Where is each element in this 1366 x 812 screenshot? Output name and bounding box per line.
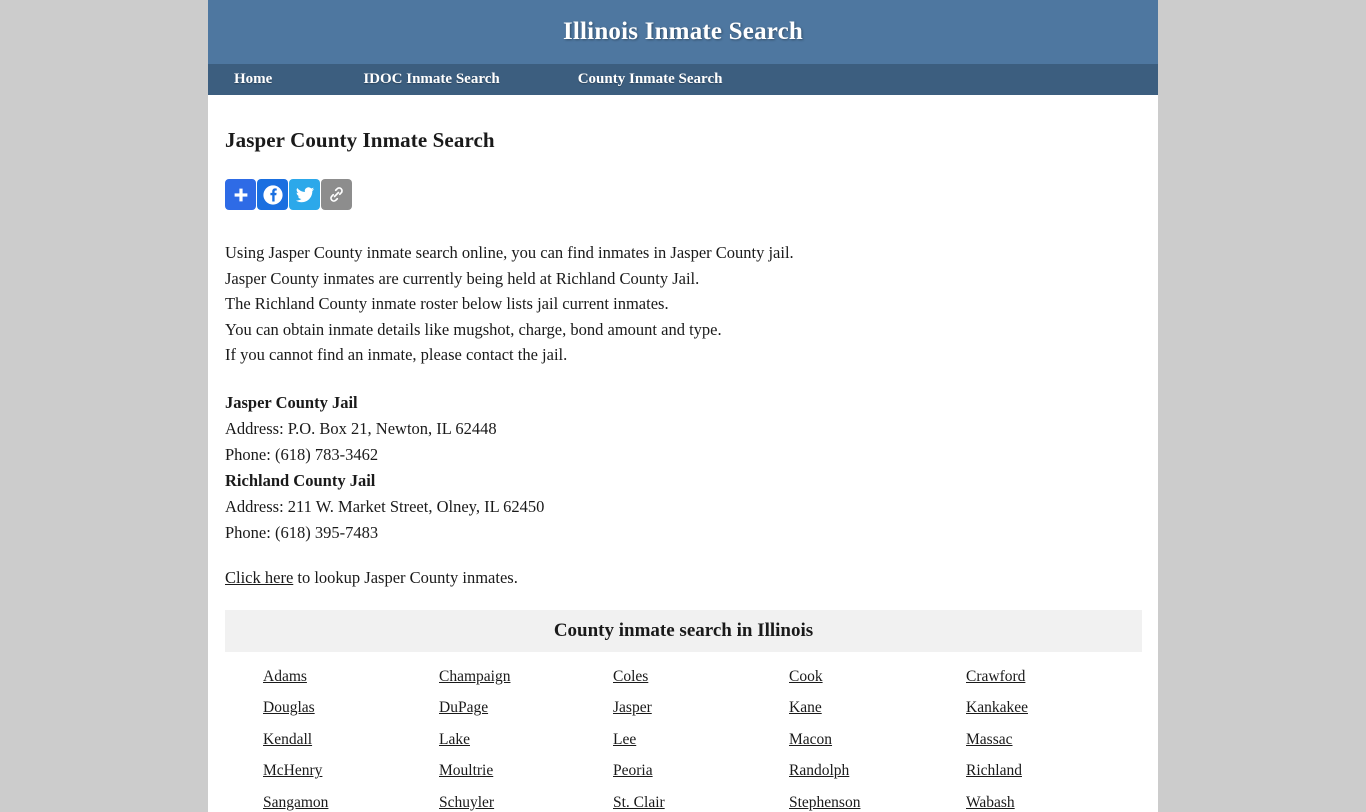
jail-info-block: Jasper County Jail Address: P.O. Box 21,… (225, 390, 1141, 546)
county-link[interactable]: Adams (263, 668, 307, 686)
intro-line-4: You can obtain inmate details like mugsh… (225, 319, 722, 339)
county-link[interactable]: Coles (613, 668, 648, 686)
intro-line-5: If you cannot find an inmate, please con… (225, 345, 568, 365)
jail-name-jasper: Jasper County Jail (225, 392, 358, 412)
county-link[interactable]: Schuyler (439, 794, 494, 812)
main-content: Jasper County Inmate Search Using Jasper… (208, 95, 1158, 812)
county-link[interactable]: Macon (789, 731, 832, 749)
addthis-share-button[interactable] (225, 179, 256, 210)
twitter-icon (295, 185, 315, 205)
lookup-rest-text: to lookup Jasper County inmates. (293, 567, 518, 587)
county-link[interactable]: Jasper (613, 699, 652, 717)
twitter-share-button[interactable] (289, 179, 320, 210)
jail-name-richland: Richland County Jail (225, 470, 376, 490)
county-link[interactable]: Lake (439, 731, 470, 749)
share-button-group (225, 179, 1141, 210)
county-link[interactable]: Crawford (966, 668, 1025, 686)
county-link[interactable]: DuPage (439, 699, 488, 717)
county-link[interactable]: Richland (966, 762, 1022, 780)
county-link[interactable]: Lee (613, 731, 636, 749)
main-navigation: Home IDOC Inmate Search County Inmate Se… (208, 64, 1158, 95)
jail-address-jasper: Address: P.O. Box 21, Newton, IL 62448 (225, 418, 497, 438)
county-link[interactable]: Cook (789, 668, 823, 686)
intro-line-2: Jasper County inmates are currently bein… (225, 268, 700, 288)
plus-icon (232, 186, 250, 204)
lookup-line: Click here to lookup Jasper County inmat… (225, 568, 1141, 588)
county-inmate-search-table: County inmate search in Illinois Adams C… (225, 609, 1142, 812)
county-link[interactable]: Wabash (966, 794, 1015, 812)
county-link[interactable]: Peoria (613, 762, 653, 780)
county-link[interactable]: Kankakee (966, 699, 1028, 717)
nav-item-county-inmate-search[interactable]: County Inmate Search (578, 71, 723, 88)
click-here-link[interactable]: Click here (225, 568, 293, 587)
county-link[interactable]: Randolph (789, 762, 849, 780)
site-header: Illinois Inmate Search (208, 0, 1158, 64)
county-link[interactable]: Kane (789, 699, 822, 717)
page-title: Jasper County Inmate Search (225, 128, 495, 152)
jail-phone-richland: Phone: (618) 395-7483 (225, 522, 379, 542)
county-link[interactable]: Massac (966, 731, 1013, 749)
jail-address-richland: Address: 211 W. Market Street, Olney, IL… (225, 496, 545, 516)
intro-paragraphs: Using Jasper County inmate search online… (225, 240, 1141, 368)
nav-item-idoc-inmate-search[interactable]: IDOC Inmate Search (363, 71, 499, 88)
site-title: Illinois Inmate Search (562, 18, 804, 45)
county-link[interactable]: McHenry (263, 762, 322, 780)
county-links-grid: Adams Champaign Coles Cook Crawford Doug… (225, 653, 1142, 812)
county-link[interactable]: Moultrie (439, 762, 493, 780)
intro-line-3: The Richland County inmate roster below … (225, 294, 669, 314)
county-link[interactable]: Champaign (439, 668, 510, 686)
facebook-share-button[interactable] (257, 179, 288, 210)
county-link[interactable]: Douglas (263, 699, 315, 717)
county-link[interactable]: Sangamon (263, 794, 328, 812)
jail-phone-jasper: Phone: (618) 783-3462 (225, 444, 379, 464)
page-container: Illinois Inmate Search Home IDOC Inmate … (208, 0, 1158, 812)
county-table-header: County inmate search in Illinois (225, 609, 1142, 653)
intro-line-1: Using Jasper County inmate search online… (225, 243, 794, 262)
link-icon (327, 185, 346, 204)
facebook-icon (262, 184, 284, 206)
copy-link-button[interactable] (321, 179, 352, 210)
county-table-title: County inmate search in Illinois (553, 619, 814, 641)
nav-item-home[interactable]: Home (234, 71, 272, 88)
county-link[interactable]: St. Clair (613, 794, 665, 812)
county-link[interactable]: Kendall (263, 731, 312, 749)
county-link[interactable]: Stephenson (789, 794, 860, 812)
